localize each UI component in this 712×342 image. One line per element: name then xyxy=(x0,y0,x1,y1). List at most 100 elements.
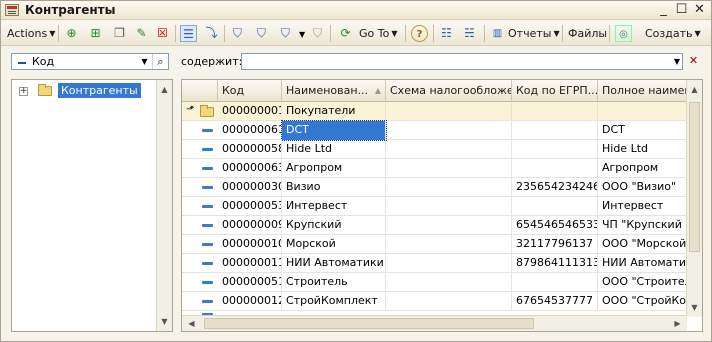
refresh-icon[interactable]: ⟳ xyxy=(337,25,354,42)
folder-icon xyxy=(38,84,52,96)
search-icon[interactable]: ⌕ xyxy=(152,54,168,69)
contractors-grid: Код Наименован... ▲ Схема налогообложе...… xyxy=(181,79,703,332)
header-icon-column[interactable] xyxy=(182,80,218,102)
columns-settings-icon[interactable]: ☵ xyxy=(461,25,478,42)
chevron-down-icon: ▼ xyxy=(694,29,701,38)
cell-egrpou: 32117796137 xyxy=(512,235,598,254)
element-icon xyxy=(202,281,213,284)
goto-menu[interactable]: Go To ▼ xyxy=(359,24,398,43)
grid-vertical-scrollbar[interactable]: ▲ ▼ xyxy=(686,80,702,317)
scroll-down-icon[interactable]: ▼ xyxy=(687,300,702,315)
add-group-icon[interactable]: ⊞ xyxy=(87,25,104,42)
scroll-right-icon[interactable]: ▶ xyxy=(670,316,685,331)
cell-tax xyxy=(386,102,512,121)
table-row[interactable]: 000000009 Крупский 654546546533 ЧП "Крупски… xyxy=(182,216,687,235)
header-code[interactable]: Код xyxy=(218,80,282,102)
cell-egrpou xyxy=(512,273,598,292)
table-row[interactable]: 000000051Строитель ООО "Строитель xyxy=(182,273,687,292)
tree-expander[interactable]: + xyxy=(19,87,28,96)
header-full-name[interactable]: Полное наименов xyxy=(598,80,687,102)
cell-egrpou: 67654537777 xyxy=(512,292,598,311)
table-row[interactable]: 000000011 НИИ Автоматики 879864111313 НИИ А… xyxy=(182,254,687,273)
table-row[interactable]: 000000030 Визио 235654234246 ООО "Визио" xyxy=(182,178,687,197)
list-settings-icon[interactable]: ☷ xyxy=(438,25,455,42)
toolbar-separator xyxy=(562,25,563,42)
table-row[interactable]: 000000058 Hide Ltd Hide Ltd xyxy=(182,140,687,159)
table-row[interactable]: 000000012 СтройКомплект 67654537777 ООО "Ст… xyxy=(182,292,687,311)
report-icon: ▥ xyxy=(492,28,503,39)
scroll-thumb[interactable] xyxy=(204,318,534,329)
cell-full-name: ООО "Визио" xyxy=(598,178,687,197)
header-tax-scheme[interactable]: Схема налогообложе... xyxy=(386,80,512,102)
header-name-label: Наименован... xyxy=(286,84,369,97)
copy-icon[interactable]: ❐ xyxy=(111,25,128,42)
maximize-button[interactable]: ☐ xyxy=(673,2,690,18)
minimize-button[interactable]: _ xyxy=(655,2,672,18)
scroll-up-icon[interactable]: ▲ xyxy=(157,82,172,97)
cell-egrpou xyxy=(512,197,598,216)
reports-label: Отчеты xyxy=(508,27,552,40)
actions-menu[interactable]: Actions ▼ xyxy=(7,24,55,43)
scroll-down-icon[interactable]: ▼ xyxy=(157,314,172,329)
cell-name: СтройКомплект xyxy=(282,292,386,311)
filter-value-input[interactable]: ▼ xyxy=(241,53,683,70)
delete-icon[interactable]: ☒ xyxy=(154,25,171,42)
grid-horizontal-scrollbar[interactable]: ◀ ▶ xyxy=(182,315,687,331)
table-row[interactable]: 000000053 Интервест Интервест xyxy=(182,197,687,216)
clear-filter-icon[interactable]: ⛉ xyxy=(309,25,326,42)
cell-name: Hide Ltd xyxy=(282,140,386,159)
cell-full-name: Hide Ltd xyxy=(598,140,687,159)
contains-label: содержит: xyxy=(181,55,243,68)
tree-node-contractors[interactable]: Контрагенты xyxy=(58,83,141,98)
list-view-icon[interactable]: ⤵ xyxy=(203,25,220,42)
edit-icon[interactable]: ✎ xyxy=(133,25,150,42)
toolbar-separator xyxy=(405,25,406,42)
hierarchy-view-icon[interactable]: ☰ xyxy=(180,25,197,42)
cell-tax xyxy=(386,235,512,254)
cell-code: 000000053 xyxy=(218,197,282,216)
grid-header: Код Наименован... ▲ Схема налогообложе...… xyxy=(182,80,687,102)
scroll-left-icon[interactable]: ◀ xyxy=(184,316,199,331)
table-row[interactable]: 000000010 Морской 32117796137 ООО "Морской" xyxy=(182,235,687,254)
create-menu[interactable]: Создать ▼ xyxy=(645,24,701,43)
cell-name: Морской xyxy=(282,235,386,254)
cell-code: 000000010 xyxy=(218,235,282,254)
toolbar-separator xyxy=(330,25,331,42)
help-icon[interactable]: ? xyxy=(411,25,428,42)
chevron-down-icon[interactable]: ▼ xyxy=(674,57,680,66)
cell-name: Строитель xyxy=(282,273,386,292)
scroll-thumb[interactable] xyxy=(689,102,700,252)
table-row-group[interactable]: ⬏ 000000001 Покупатели xyxy=(182,102,687,121)
chevron-down-icon: ▼ xyxy=(391,29,398,38)
scroll-up-icon[interactable]: ▲ xyxy=(687,82,702,97)
clear-filter-button[interactable]: ✕ xyxy=(685,53,702,70)
header-egrpou[interactable]: Код по ЕГРП... xyxy=(512,80,598,102)
chevron-down-icon: ▼ xyxy=(49,29,56,38)
toolbar-separator xyxy=(224,25,225,42)
filter-field-select[interactable]: Код ▼ ⌕ xyxy=(11,53,169,70)
cell-tax xyxy=(386,292,512,311)
cell-full-name: ООО "Строитель xyxy=(598,273,687,292)
quick-filter-bar: Код ▼ ⌕ содержит: ▼ ✕ xyxy=(1,49,711,73)
level-up-icon[interactable]: ⬏ xyxy=(186,104,194,115)
cell-full-name: ООО "Морской" xyxy=(598,235,687,254)
tree-vertical-scrollbar[interactable]: ▲ ▼ xyxy=(156,80,172,331)
header-name[interactable]: Наименован... ▲ xyxy=(282,80,386,102)
element-icon xyxy=(202,224,213,227)
create-label: Создать xyxy=(645,27,693,40)
reports-menu[interactable]: Отчеты ▼ xyxy=(508,24,560,43)
element-icon xyxy=(202,186,213,189)
filter-icon[interactable]: ⛉ xyxy=(229,25,246,42)
table-row[interactable]: 000000063 Агропром Агропром xyxy=(182,159,687,178)
cell-code: 000000063 xyxy=(218,159,282,178)
files-button[interactable]: Файлы xyxy=(568,24,607,43)
close-button[interactable]: ✕ xyxy=(691,2,708,18)
filter-history-icon[interactable]: ⛉ xyxy=(277,25,294,42)
add-icon[interactable]: ⊕ xyxy=(63,25,80,42)
chevron-down-icon[interactable]: ▼ xyxy=(138,55,151,68)
cell-egrpou xyxy=(512,121,598,140)
filter-by-value-icon[interactable]: ⛉ xyxy=(253,25,270,42)
chevron-down-icon[interactable]: ▼ xyxy=(299,30,305,39)
cell-full-name: НИИ Автоматик xyxy=(598,254,687,273)
table-row[interactable]: 000000061 DCT DCT xyxy=(182,120,687,141)
